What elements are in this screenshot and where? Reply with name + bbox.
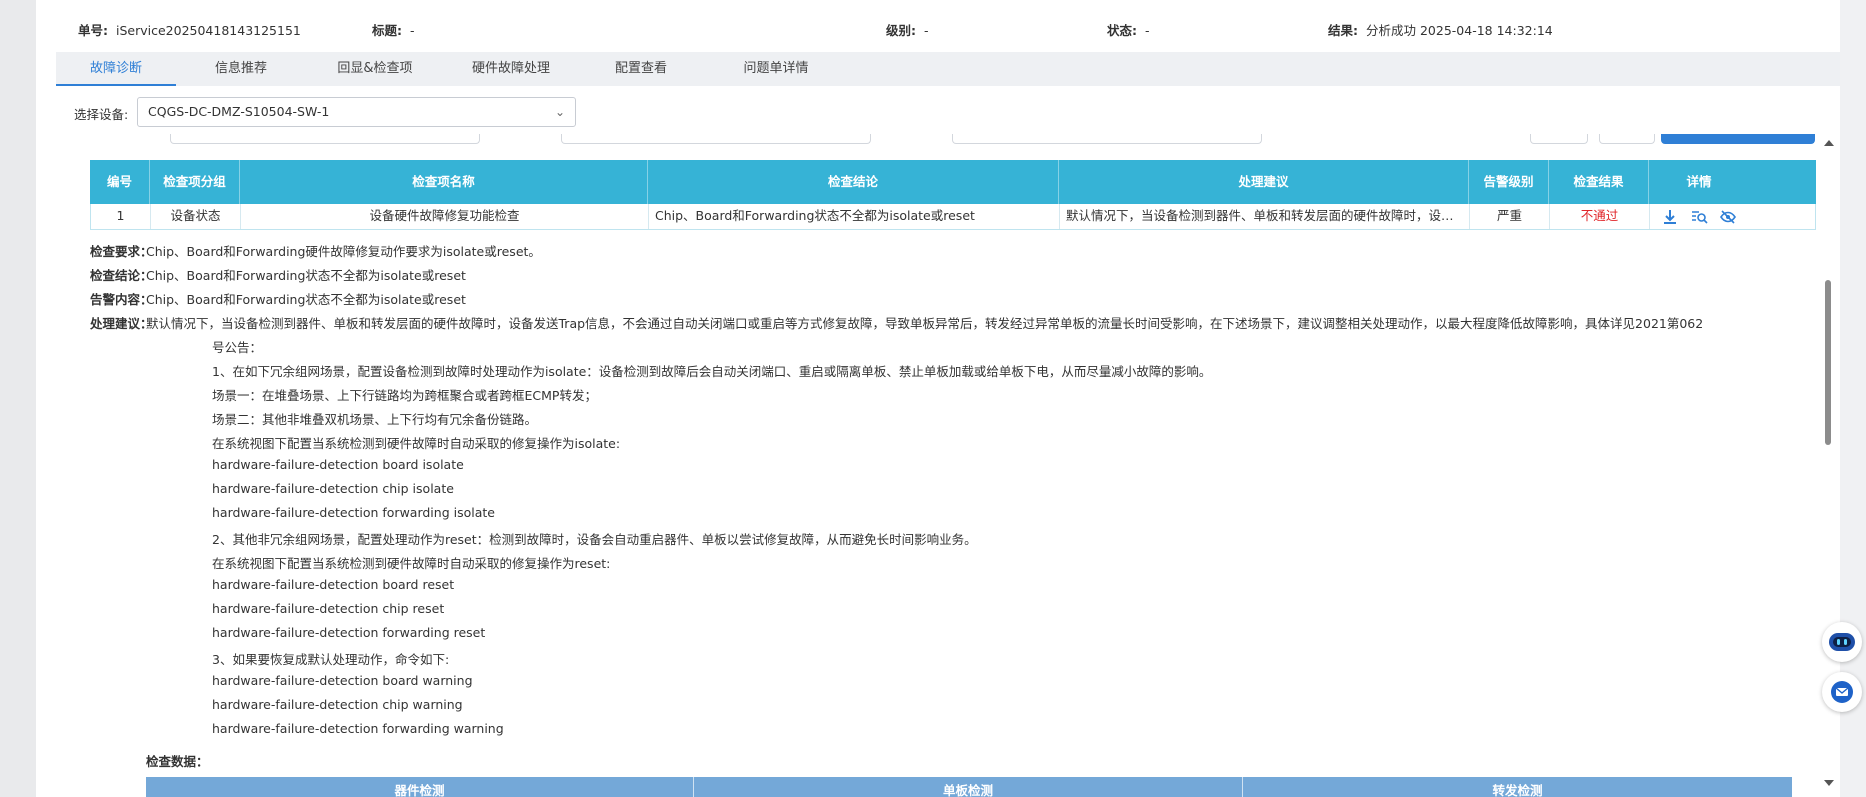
col-header-detail: 详情: [1686, 174, 1712, 189]
ticket-result-label: 结果:: [1328, 23, 1358, 38]
suggestion-line: hardware-failure-detection board isolate: [212, 457, 464, 472]
chevron-down-icon: ⌄: [554, 105, 565, 119]
device-select[interactable]: CQGS-DC-DMZ-S10504-SW-1 ⌄: [137, 97, 576, 127]
check-items-table: 编号 检查项分组 检查项名称 检查结论 处理建议 告警级别 检查结果 详情 1 …: [90, 160, 1816, 230]
suggestion-line: hardware-failure-detection chip reset: [212, 601, 445, 616]
ticket-status: 状态: -: [1107, 20, 1150, 39]
cell-name: 设备硬件故障修复功能检查: [241, 204, 649, 229]
ticket-status-value: -: [1145, 23, 1150, 38]
cell-suggestion: 默认情况下，当设备检测到器件、单板和转发层面的硬件故障时，设备发送Trap信息，…: [1060, 204, 1470, 229]
detail-requirement: 检查要求： Chip、Board和Forwarding硬件故障修复动作要求为iso…: [90, 241, 541, 260]
suggestion-line: 场景一：在堆叠场景、上下行链路均为跨框聚合或者跨框ECMP转发；: [212, 388, 597, 403]
suggestion-line: hardware-failure-detection forwarding is…: [212, 505, 495, 520]
ai-assistant-button[interactable]: [1822, 622, 1862, 662]
device-select-label: 选择设备:: [74, 107, 129, 122]
detail-alarm-label: 告警内容：: [90, 292, 153, 307]
col-header-conclusion: 检查结论: [648, 160, 1059, 204]
col-header-result: 检查结果: [1549, 160, 1649, 204]
page: 单号: iService20250418143125151 标题: - 级别: - 状…: [36, 0, 1840, 797]
ticket-title-value: -: [410, 23, 415, 38]
table-header: 编号 检查项分组 检查项名称 检查结论 处理建议 告警级别 检查结果 详情: [90, 160, 1816, 204]
cell-detail-actions: [1650, 204, 1748, 229]
ticket-number: 单号: iService20250418143125151: [78, 20, 301, 39]
check-data-table-header: 器件检测 单板检测 转发检测: [146, 777, 1792, 797]
suggestion-line: hardware-failure-detection board reset: [212, 577, 455, 592]
suggestion-line: 2、其他非冗余组网场景，配置处理动作为reset：检测到故障时，设备会自动重启器…: [212, 532, 977, 547]
detail-alarm: 告警内容： Chip、Board和Forwarding状态不全都为isolate或…: [90, 289, 466, 308]
cell-group: 设备状态: [151, 204, 241, 229]
sub-header-chip: 器件检测: [146, 777, 694, 797]
tab-config-view[interactable]: 配置查看: [581, 52, 701, 86]
check-data-title: 检查数据：: [146, 754, 209, 769]
download-icon[interactable]: [1661, 208, 1679, 226]
ticket-result-value: 分析成功 2025-04-18 14:32:14: [1366, 23, 1553, 38]
ticket-title: 标题: -: [372, 20, 415, 39]
suggestion-line: 在系统视图下配置当系统检测到硬件故障时自动采取的修复操作为isolate:: [212, 436, 621, 451]
detail-conclusion-label: 检查结论：: [90, 268, 153, 283]
ticket-number-value: iService20250418143125151: [116, 23, 301, 38]
detail-conclusion-value: Chip、Board和Forwarding状态不全都为isolate或reset: [146, 268, 466, 283]
detail-suggestion-label: 处理建议：: [90, 316, 153, 331]
scrollbar-thumb[interactable]: [1825, 280, 1831, 445]
table-row[interactable]: 1 设备状态 设备硬件故障修复功能检查 Chip、Board和Forwardin…: [90, 204, 1816, 230]
cell-conclusion: Chip、Board和Forwarding状态不全都为isolate或reset: [649, 204, 1060, 229]
device-select-row: 选择设备: CQGS-DC-DMZ-S10504-SW-1 ⌄: [36, 86, 1840, 134]
ticket-level: 级别: -: [886, 20, 929, 39]
tab-fault-diagnosis[interactable]: 故障诊断: [56, 52, 176, 86]
suggestion-line: 在系统视图下配置当系统检测到硬件故障时自动采取的修复操作为reset:: [212, 556, 611, 571]
suggestion-line: 号公告：: [212, 340, 263, 355]
suggestion-line: hardware-failure-detection forwarding re…: [212, 625, 486, 640]
suggestion-line: 1、在如下冗余组网场景，配置设备检测到故障时处理动作为isolate：设备检测到…: [212, 364, 1212, 379]
detail-requirement-label: 检查要求：: [90, 244, 153, 259]
col-header-name: 检查项名称: [240, 160, 648, 204]
hide-icon[interactable]: [1719, 208, 1737, 226]
scroll-up-icon[interactable]: [1824, 140, 1834, 146]
suggestion-line: hardware-failure-detection forwarding wa…: [212, 721, 504, 736]
suggestion-line: 默认情况下，当设备检测到器件、单板和转发层面的硬件故障时，设备发送Trap信息，…: [146, 316, 1704, 331]
suggestion-line: hardware-failure-detection board warning: [212, 673, 473, 688]
sub-header-forwarding: 转发检测: [1492, 783, 1543, 797]
tab-info-recommend[interactable]: 信息推荐: [181, 52, 301, 86]
sub-header-board: 单板检测: [694, 777, 1243, 797]
suggestion-line: hardware-failure-detection chip isolate: [212, 481, 454, 496]
scroll-down-icon[interactable]: [1824, 780, 1834, 786]
left-gutter: [0, 0, 36, 797]
mail-icon: [1831, 681, 1853, 703]
detail-requirement-value: Chip、Board和Forwarding硬件故障修复动作要求为isolate或…: [146, 244, 541, 259]
ticket-level-value: -: [924, 23, 929, 38]
ticket-level-label: 级别:: [886, 23, 916, 38]
ticket-status-label: 状态:: [1107, 23, 1137, 38]
col-header-group: 检查项分组: [150, 160, 240, 204]
suggestion-line: hardware-failure-detection chip warning: [212, 697, 463, 712]
ticket-info-bar: 单号: iService20250418143125151 标题: - 级别: - 状…: [36, 0, 1840, 52]
suggestion-line: 场景二：其他非堆叠双机场景、上下行均有冗余备份链路。: [212, 412, 538, 427]
col-header-id: 编号: [90, 160, 150, 204]
robot-icon: [1829, 633, 1855, 651]
ticket-title-label: 标题:: [372, 23, 402, 38]
ticket-result: 结果: 分析成功 2025-04-18 14:32:14: [1328, 20, 1553, 39]
device-select-value: CQGS-DC-DMZ-S10504-SW-1: [148, 104, 330, 119]
tab-issue-detail[interactable]: 问题单详情: [706, 52, 846, 86]
tab-hardware-fault[interactable]: 硬件故障处理: [446, 52, 576, 86]
cell-result: 不通过: [1550, 204, 1650, 229]
col-header-severity: 告警级别: [1469, 160, 1549, 204]
col-header-suggestion: 处理建议: [1059, 160, 1469, 204]
cell-severity: 严重: [1470, 204, 1550, 229]
suggestion-line: 3、如果要恢复成默认处理动作，命令如下:: [212, 652, 450, 667]
tab-echo-check-items[interactable]: 回显&检查项: [310, 52, 440, 86]
detail-suggestion: 处理建议： 默认情况下，当设备检测到器件、单板和转发层面的硬件故障时，设备发送Tr…: [90, 313, 1704, 332]
check-detail-panel: 检查要求： Chip、Board和Forwarding硬件故障修复动作要求为iso…: [90, 231, 1816, 797]
detail-alarm-value: Chip、Board和Forwarding状态不全都为isolate或reset: [146, 292, 466, 307]
detail-conclusion: 检查结论： Chip、Board和Forwarding状态不全都为isolate或…: [90, 265, 466, 284]
ticket-number-label: 单号:: [78, 23, 108, 38]
cell-id: 1: [91, 204, 151, 229]
tab-bar: 故障诊断 信息推荐 回显&检查项 硬件故障处理 配置查看 问题单详情: [56, 52, 1840, 86]
message-button[interactable]: [1822, 672, 1862, 712]
detail-search-icon[interactable]: [1690, 208, 1708, 226]
